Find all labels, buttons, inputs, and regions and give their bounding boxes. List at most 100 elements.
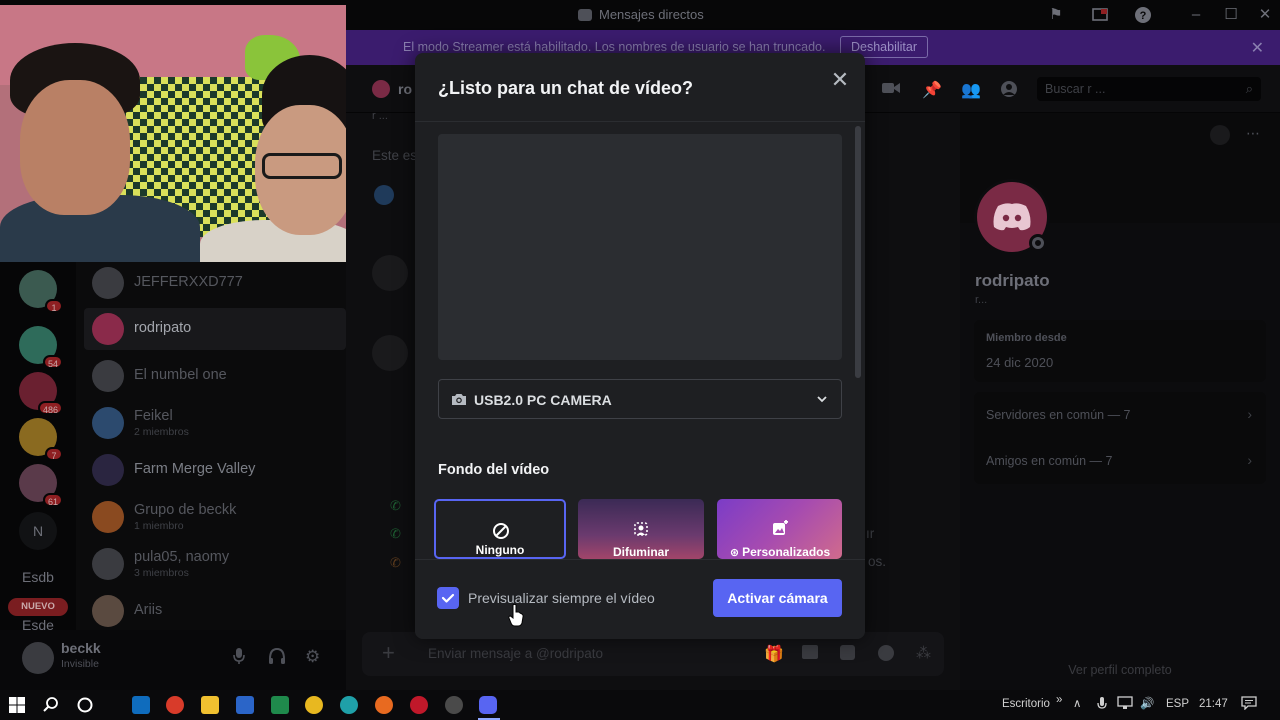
- screen-share-icon[interactable]: [1091, 6, 1109, 24]
- dm-item-active[interactable]: rodripato: [84, 308, 346, 350]
- network-icon[interactable]: [1117, 696, 1133, 713]
- option-label: Difuminar: [612, 545, 669, 559]
- mutual-friends-row[interactable]: Amigos en común — 7 ›: [974, 438, 1266, 484]
- profile-name: rodripato: [975, 271, 1050, 290]
- gift-icon[interactable]: 🎁: [764, 644, 784, 664]
- maximize-icon[interactable]: ☐: [1222, 6, 1240, 24]
- app-icon[interactable]: [166, 696, 184, 714]
- cortana-icon[interactable]: [76, 696, 94, 714]
- banner-close-icon[interactable]: ✕: [1251, 38, 1264, 58]
- server-name-text[interactable]: Esde: [0, 617, 76, 630]
- windows-start-icon[interactable]: [8, 696, 26, 714]
- server-icon[interactable]: 61: [19, 464, 63, 507]
- chevron-down-icon: [815, 392, 829, 406]
- microphone-icon[interactable]: [232, 647, 246, 670]
- add-friends-icon[interactable]: 👥: [961, 80, 981, 100]
- more-options-icon[interactable]: ⋯: [1246, 125, 1260, 142]
- notifications-icon[interactable]: [1241, 696, 1257, 713]
- close-window-icon[interactable]: ✕: [1256, 6, 1274, 24]
- pin-icon[interactable]: 📌: [922, 80, 942, 100]
- desktop-toolbar-label[interactable]: Escritorio: [1002, 698, 1050, 710]
- window-title-text: Mensajes directos: [599, 7, 704, 22]
- user-avatar[interactable]: [22, 642, 54, 674]
- firefox-icon[interactable]: [375, 696, 393, 714]
- mutual-servers-text: Servidores en común — 7: [986, 408, 1131, 422]
- toolbar-expand-icon[interactable]: »: [1056, 694, 1062, 706]
- settings-gear-icon[interactable]: ⚙: [305, 647, 320, 667]
- video-call-icon[interactable]: [881, 80, 901, 101]
- dm-item[interactable]: JEFFERXXD777: [84, 262, 346, 304]
- headphones-icon[interactable]: [268, 647, 286, 670]
- search-icon[interactable]: [42, 696, 60, 714]
- emoji-icon[interactable]: [878, 645, 894, 661]
- add-attachment-icon[interactable]: +: [382, 642, 395, 664]
- server-icon[interactable]: 1: [19, 270, 63, 313]
- new-pill: NUEVO: [8, 598, 68, 616]
- apps-icon[interactable]: ⁂: [916, 644, 931, 662]
- gif-icon[interactable]: [802, 645, 818, 659]
- discord-taskbar-icon[interactable]: [479, 696, 497, 714]
- dm-subtitle: 2 miembros: [134, 426, 189, 438]
- mention-badge: 61: [42, 493, 63, 507]
- blur-icon: [632, 520, 650, 538]
- modal-scrollbar-thumb[interactable]: [855, 126, 861, 378]
- video-preview: [438, 134, 842, 360]
- background-option-none[interactable]: Ninguno: [434, 499, 566, 559]
- sticker-icon[interactable]: [840, 645, 855, 660]
- background-option-custom[interactable]: ⊛ Personalizados: [717, 499, 842, 559]
- edge-icon[interactable]: [340, 696, 358, 714]
- always-preview-checkbox[interactable]: [437, 587, 459, 609]
- app-icon[interactable]: [445, 696, 463, 714]
- dm-item[interactable]: El numbel one: [84, 355, 346, 397]
- inbox-flag-icon[interactable]: ⚑: [1047, 6, 1065, 24]
- camera-icon: [451, 392, 467, 406]
- clock-time[interactable]: 21:47: [1199, 698, 1228, 710]
- user-status: Invisible: [61, 658, 99, 670]
- camera-select-value: USB2.0 PC CAMERA: [474, 392, 612, 408]
- mention-badge: 54: [42, 355, 63, 369]
- help-icon[interactable]: ?: [1134, 6, 1152, 24]
- mutual-servers-row[interactable]: Servidores en común — 7 ›: [974, 392, 1266, 438]
- dm-subtitle: 1 miembro: [134, 520, 184, 532]
- dm-item[interactable]: Ariis: [84, 590, 346, 632]
- camera-select[interactable]: USB2.0 PC CAMERA: [438, 379, 842, 419]
- minimize-icon[interactable]: –: [1187, 6, 1205, 24]
- activate-camera-button[interactable]: Activar cámara: [713, 579, 842, 617]
- server-icon[interactable]: 54: [19, 326, 63, 369]
- option-label: Ninguno: [475, 543, 525, 557]
- opera-icon[interactable]: [410, 696, 428, 714]
- tray-microphone-icon[interactable]: [1097, 696, 1107, 715]
- call-icon: ✆: [390, 498, 401, 513]
- close-icon[interactable]: ✕: [828, 68, 852, 92]
- search-input[interactable]: Buscar r ... ⌕: [1037, 77, 1261, 101]
- file-explorer-icon[interactable]: [201, 696, 219, 714]
- member-since-value: 24 dic 2020: [986, 355, 1054, 370]
- always-preview-label[interactable]: Previsualizar siempre el vídeo: [468, 590, 655, 606]
- server-icon-letter[interactable]: N: [19, 512, 57, 550]
- dm-item[interactable]: Grupo de beckk 1 miembro: [84, 496, 346, 538]
- user-profile-icon[interactable]: [1000, 80, 1018, 103]
- add-friend-icon[interactable]: [1210, 125, 1230, 145]
- dm-name: Feikel: [134, 408, 173, 424]
- excel-icon[interactable]: [271, 696, 289, 714]
- chat-fragment: os.: [868, 554, 887, 569]
- chat-fragment: ır: [866, 526, 875, 541]
- chrome-icon[interactable]: [305, 696, 323, 714]
- profile-avatar: [974, 179, 1050, 255]
- volume-icon[interactable]: 🔊: [1140, 696, 1154, 710]
- background-option-blur[interactable]: Difuminar: [578, 499, 704, 559]
- dm-item[interactable]: Feikel 2 miembros: [84, 402, 346, 444]
- dm-item[interactable]: Farm Merge Valley: [84, 449, 346, 491]
- dm-item[interactable]: pula05, naomy 3 miembros: [84, 543, 346, 585]
- outlook-icon[interactable]: [132, 696, 150, 714]
- server-icon[interactable]: 486: [19, 372, 63, 415]
- banner-message: El modo Streamer está habilitado. Los no…: [403, 40, 826, 54]
- view-full-profile-link[interactable]: Ver perfil completo: [960, 663, 1280, 677]
- server-icon[interactable]: 7: [19, 418, 63, 461]
- modal-title: ¿Listo para un chat de vídeo?: [438, 78, 694, 98]
- user-name[interactable]: beckk: [61, 640, 101, 656]
- word-icon[interactable]: [236, 696, 254, 714]
- tray-overflow-icon[interactable]: ∧: [1073, 696, 1081, 710]
- language-indicator[interactable]: ESP: [1166, 698, 1189, 710]
- server-name-text[interactable]: Esdb: [0, 569, 76, 585]
